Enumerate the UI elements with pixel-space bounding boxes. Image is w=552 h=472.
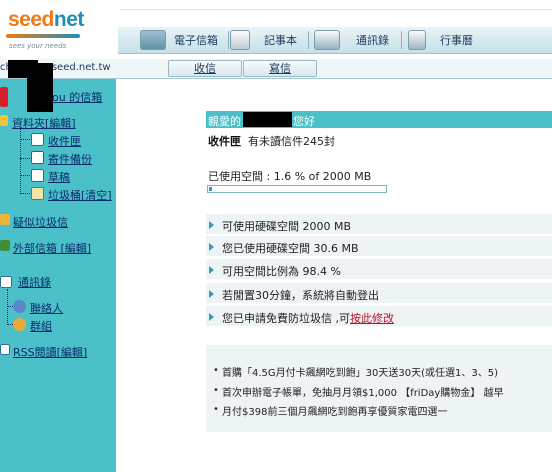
folder-sent[interactable]: 寄件備份 [48,151,92,167]
compose-button[interactable]: 寫信 [243,60,317,77]
folders-link[interactable]: 資料夾[編輯] [12,115,76,131]
bullet: • [213,385,219,396]
bullet: • [213,404,219,415]
promo-link[interactable]: 月付$398前三個月飆網吃到飽再享優質家電四選一 [222,403,447,418]
calendar-icon [408,30,426,50]
trash-empty-link[interactable]: [清空] [81,189,112,202]
header-rule [120,0,552,10]
inbox-button[interactable]: 收信 [168,60,242,77]
group-icon [13,318,26,331]
promo-link[interactable]: 首次申辦電子帳單，免抽月月領$1,000 【friDay購物金】 越早 [222,384,504,399]
info-row: 可用空間比例為 98.4 % [206,259,552,280]
nav-notepad[interactable]: 記事本 [230,29,297,51]
nav-calendar[interactable]: 行事曆 [408,29,473,51]
logo-swoosh [6,34,80,38]
mailbox-icon [0,87,8,107]
arrow-bullet-icon [209,290,214,298]
folder-drafts[interactable]: 草稿 [48,169,70,185]
spam-icon [0,214,10,225]
inbox-icon [31,133,44,146]
arrow-bullet-icon [209,313,214,321]
nav-email[interactable]: 電子信箱 [140,29,218,51]
tree-connector [20,139,30,140]
info-row: 您已使用硬碟空間 30.6 MB [206,236,552,257]
notepad-icon [230,30,250,50]
seednet-logo[interactable]: seednet sees your needs [6,8,84,52]
bullet: • [213,365,219,376]
address-book-icon [314,30,340,50]
external-edit-link[interactable]: [編輯] [61,242,92,255]
arrow-bullet-icon [209,243,214,251]
trash-icon [31,187,44,200]
header: seednet sees your needs 電子信箱 記事本 通訊錄 行事曆 [0,0,552,59]
external-mailbox[interactable]: 外部信箱 [編輯] [13,240,91,256]
mailbox-title[interactable]: ou 的信箱 [52,89,102,105]
rss-edit-link[interactable]: [編輯] [57,346,88,359]
nav-divider [401,31,402,49]
spam-folder[interactable]: 疑似垃圾信 [13,214,68,230]
external-mailbox-icon [0,240,10,251]
contacts-groups[interactable]: 群組 [30,318,52,334]
promo-link[interactable]: 首購「4.5G月付卡飆網吃到飽」30天送30天(或任選1、3、5) [222,364,498,379]
rss-icon [0,344,10,355]
storage-usage: 已使用空間 : 1.6 % of 2000 MB [208,170,372,183]
webmail-page: seednet sees your needs 電子信箱 記事本 通訊錄 行事曆… [0,0,552,472]
rss-reader[interactable]: RSS閱讀[編輯] [13,344,87,360]
top-nav: 電子信箱 記事本 通訊錄 行事曆 [118,27,552,54]
contact-person-icon [13,300,26,313]
inbox-summary: 收件匣 有未讀信件245封 [208,133,335,149]
info-row: 若閒置30分鐘，系統將自動登出 [206,283,552,304]
unread-count: 有未讀信件245封 [248,135,335,148]
contacts-link[interactable]: 通訊錄 [18,274,51,290]
storage-progress-bar [207,185,387,193]
sent-icon [31,151,44,164]
tree-connector [20,128,21,194]
tree-connector [20,158,30,159]
arrow-bullet-icon [209,221,214,229]
info-row: 可使用硬碟空間 2000 MB [206,214,552,235]
redaction [27,63,53,112]
folders-edit-link[interactable]: [編輯] [45,117,76,130]
folder-inbox[interactable]: 收件匣 [48,133,81,149]
inbox-summary-label: 收件匣 [208,135,241,148]
logo-tagline: sees your needs [9,42,67,50]
modify-spam-setting-link[interactable]: 按此修改 [350,312,394,325]
folder-icon [0,115,8,126]
contacts-people[interactable]: 聯絡人 [30,300,63,316]
folder-trash[interactable]: 垃圾桶[清空] [48,187,112,203]
storage-progress-fill [209,187,212,191]
tree-connector [20,175,30,176]
nav-divider [228,31,229,49]
tree-connector [20,193,30,194]
info-row: 您已申請免費防垃圾信 ,可按此修改 [206,306,552,327]
mail-envelope-icon [140,30,166,50]
nav-divider [308,31,309,49]
arrow-bullet-icon [209,266,214,274]
tree-connector [7,289,8,325]
draft-icon [31,169,44,182]
redaction [243,112,292,127]
nav-contacts[interactable]: 通訊錄 [314,29,389,51]
address-book-icon [0,276,12,288]
